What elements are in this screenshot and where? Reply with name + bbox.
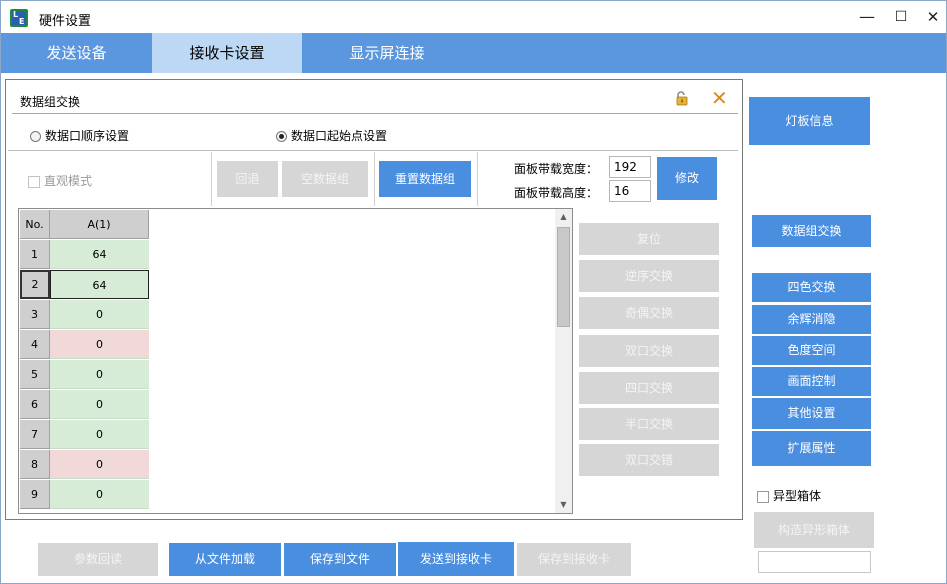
tab-send-device[interactable]: 发送设备: [1, 33, 152, 73]
afterglow-removal-button[interactable]: 余辉消隐: [752, 305, 871, 334]
scroll-down-icon[interactable]: ▼: [555, 497, 572, 513]
row-header[interactable]: 9: [20, 480, 50, 509]
radio-label: 数据口顺序设置: [45, 129, 130, 143]
lamp-info-button[interactable]: 灯板信息: [749, 97, 870, 145]
checkbox-icon: [28, 175, 40, 188]
row-header-selected[interactable]: 2: [20, 270, 50, 299]
reverse-swap-button[interactable]: 逆序交换: [579, 260, 719, 292]
table-cell[interactable]: 0: [50, 480, 149, 509]
back-button[interactable]: 回退: [217, 161, 278, 197]
table-cell[interactable]: 0: [50, 330, 149, 359]
table-header-no: No.: [20, 210, 50, 239]
unlock-icon[interactable]: [674, 90, 690, 106]
window-title: 硬件设置: [39, 14, 92, 29]
irregular-box-checkbox[interactable]: 异型箱体: [757, 487, 821, 504]
row-header[interactable]: 8: [20, 450, 50, 479]
divider: [8, 150, 738, 151]
radio-sequence-setting[interactable]: 数据口顺序设置: [30, 128, 129, 144]
save-to-file-button[interactable]: 保存到文件: [284, 543, 396, 576]
color-space-button[interactable]: 色度空间: [752, 336, 871, 365]
maximize-button[interactable]: ☐: [884, 1, 918, 33]
odd-even-swap-button[interactable]: 奇偶交换: [579, 297, 719, 329]
close-button[interactable]: ✕: [916, 1, 946, 33]
data-group-swap-panel: 数据组交换 ✕ 数据口顺序设置 数据口起始点设置 直观模式 回退 空数据组 重置…: [5, 79, 743, 520]
row-header[interactable]: 3: [20, 300, 50, 329]
radio-off-icon: [30, 131, 41, 142]
table-cell[interactable]: 0: [50, 300, 149, 329]
picture-control-button[interactable]: 画面控制: [752, 367, 871, 396]
panel-title: 数据组交换: [20, 95, 81, 109]
table-cell[interactable]: 0: [50, 390, 149, 419]
load-from-file-button[interactable]: 从文件加载: [169, 543, 281, 576]
width-label: 面板带载宽度：: [513, 162, 598, 176]
height-label: 面板带载高度：: [513, 186, 598, 200]
row-header[interactable]: 7: [20, 420, 50, 449]
divider: [211, 152, 212, 206]
save-to-card-button[interactable]: 保存到接收卡: [517, 543, 631, 576]
row-header[interactable]: 5: [20, 360, 50, 389]
table-cell-selected[interactable]: 64: [50, 270, 149, 299]
four-color-swap-button[interactable]: 四色交换: [752, 273, 871, 302]
app-icon: LE: [10, 9, 28, 27]
divider: [12, 113, 738, 114]
empty-group-button[interactable]: 空数据组: [282, 161, 368, 197]
quad-port-swap-button[interactable]: 四口交换: [579, 372, 719, 404]
table-cell[interactable]: 0: [50, 360, 149, 389]
data-group-table: No. A(1) 1 64 2 64 3 0 4 0 5 0 6 0 7 0 8…: [18, 208, 573, 514]
divider: [477, 152, 478, 206]
title-bar: LE 硬件设置 — ☐ ✕: [1, 1, 946, 33]
height-input[interactable]: 16: [609, 180, 651, 202]
readback-button[interactable]: 参数回读: [38, 543, 158, 576]
checkbox-icon: [757, 490, 769, 503]
extended-properties-button[interactable]: 扩展属性: [752, 431, 871, 466]
scroll-thumb[interactable]: [557, 227, 570, 327]
tab-screen-connection[interactable]: 显示屏连接: [302, 33, 472, 73]
dual-port-offset-button[interactable]: 双口交错: [579, 444, 719, 476]
reset-group-button[interactable]: 重置数据组: [379, 161, 471, 197]
radio-label: 数据口起始点设置: [291, 129, 388, 143]
hardware-settings-window: LE 硬件设置 — ☐ ✕ 发送设备 接收卡设置 显示屏连接 数据组交换 ✕ 数…: [0, 0, 947, 584]
reset-position-button[interactable]: 复位: [579, 223, 719, 255]
checkbox-label: 异型箱体: [773, 489, 822, 503]
other-settings-button[interactable]: 其他设置: [752, 398, 871, 429]
table-cell[interactable]: 0: [50, 450, 149, 479]
vertical-scrollbar[interactable]: ▲ ▼: [555, 209, 572, 513]
close-panel-icon[interactable]: ✕: [711, 86, 728, 110]
irregular-box-input[interactable]: [758, 551, 871, 573]
modify-button[interactable]: 修改: [657, 157, 717, 200]
width-input[interactable]: 192: [609, 156, 651, 178]
data-group-swap-button[interactable]: 数据组交换: [752, 215, 871, 247]
table-cell[interactable]: 0: [50, 420, 149, 449]
tab-receive-card[interactable]: 接收卡设置: [152, 33, 302, 73]
radio-start-setting[interactable]: 数据口起始点设置: [276, 128, 387, 144]
half-port-swap-button[interactable]: 半口交换: [579, 408, 719, 440]
intuitive-mode-checkbox[interactable]: 直观模式: [28, 172, 92, 189]
row-header[interactable]: 1: [20, 240, 50, 269]
scroll-up-icon[interactable]: ▲: [555, 209, 572, 225]
dual-port-swap-button[interactable]: 双口交换: [579, 335, 719, 367]
radio-on-icon: [276, 131, 287, 142]
minimize-button[interactable]: —: [850, 1, 884, 33]
tab-bar: 发送设备 接收卡设置 显示屏连接: [1, 33, 946, 73]
checkbox-label: 直观模式: [44, 174, 93, 188]
row-header[interactable]: 6: [20, 390, 50, 419]
table-cell[interactable]: 64: [50, 240, 149, 269]
send-to-card-button[interactable]: 发送到接收卡: [398, 542, 514, 576]
build-irregular-box-button[interactable]: 构造异形箱体: [754, 512, 874, 548]
divider: [374, 152, 375, 206]
table-header-a1: A(1): [50, 210, 149, 239]
row-header[interactable]: 4: [20, 330, 50, 359]
